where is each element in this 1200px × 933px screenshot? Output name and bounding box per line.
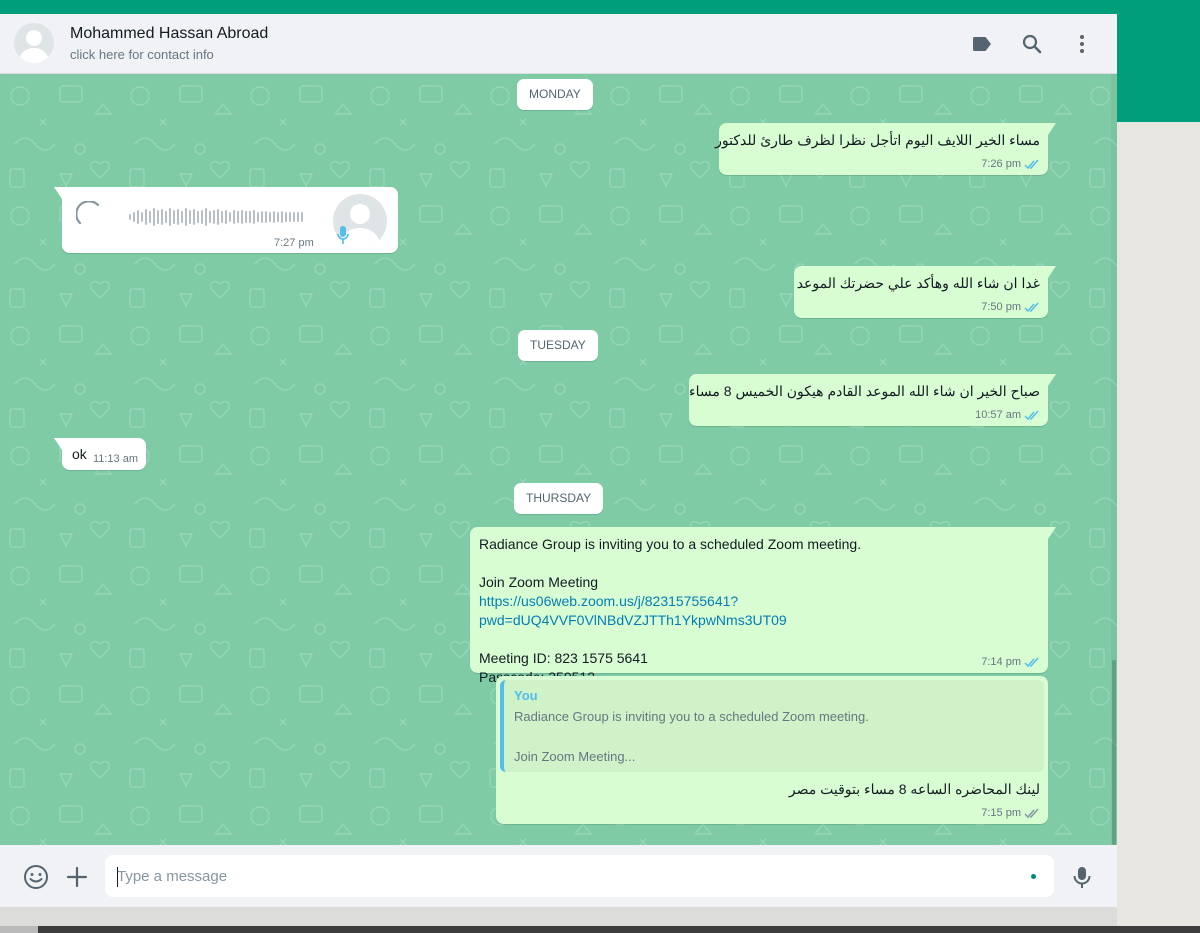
message-meta: 7:26 pm <box>981 158 1040 170</box>
default-avatar-icon <box>18 30 50 63</box>
message-time: 11:13 am <box>92 453 138 465</box>
quoted-message[interactable]: You Radiance Group is inviting you to a … <box>500 680 1044 772</box>
message-meta: 10:57 am <box>975 409 1040 421</box>
contact-name[interactable]: Mohammed Hassan Abroad <box>70 25 268 43</box>
double-check-icon <box>1024 657 1039 667</box>
waveform-icon[interactable] <box>128 207 308 227</box>
message-text: مساء الخير اللايف اليوم اتأجل نظرا لظرف … <box>715 132 1040 148</box>
date-divider-thursday: THURSDAY <box>514 483 604 514</box>
attach-plus-icon[interactable] <box>64 864 90 890</box>
quote-text: Radiance Group is inviting you to a sche… <box>514 709 869 724</box>
message-text: ok <box>72 446 87 462</box>
message-text: لينك المحاضره الساعه 8 مساء بتوقيت مصر <box>788 781 1040 797</box>
message-text: غدا ان شاء الله وهأكد علي حضرتك الموعد <box>796 275 1040 291</box>
zoom-link[interactable]: https://us06web.zoom.us/j/82315755641?pw… <box>479 593 787 628</box>
status-dot <box>1031 874 1036 879</box>
message-meta: 7:15 pm <box>981 807 1040 819</box>
emoji-icon[interactable] <box>23 864 49 890</box>
label-icon[interactable] <box>970 32 994 56</box>
scrollbar-thumb[interactable] <box>1112 660 1116 845</box>
message-incoming[interactable]: ok 11:13 am <box>54 438 146 470</box>
message-text: صباح الخير ان شاء الله الموعد القادم هيك… <box>689 383 1040 399</box>
loading-spinner-icon[interactable] <box>76 201 106 231</box>
message-time: 7:50 pm <box>981 301 1021 313</box>
microphone-icon[interactable] <box>1069 864 1095 890</box>
taskbar-bar <box>38 926 1200 933</box>
composer-bar <box>0 845 1117 907</box>
message-time: 7:15 pm <box>981 807 1021 819</box>
message-time: 7:14 pm <box>981 656 1021 668</box>
double-check-icon <box>1024 159 1039 169</box>
menu-icon[interactable] <box>1070 32 1094 56</box>
double-check-icon <box>1024 302 1039 312</box>
text-caret <box>117 867 118 887</box>
search-icon[interactable] <box>1020 32 1044 56</box>
message-time: 7:26 pm <box>981 158 1021 170</box>
message-time: 7:27 pm <box>274 237 314 249</box>
contact-info-link[interactable]: click here for contact info <box>70 47 214 62</box>
quote-author: You <box>514 688 538 703</box>
message-line: Radiance Group is inviting you to a sche… <box>479 536 862 552</box>
taskbar-strip <box>0 926 1200 933</box>
message-meta: 7:14 pm <box>981 656 1040 668</box>
microphone-icon <box>337 226 349 244</box>
message-outgoing[interactable]: غدا ان شاء الله وهأكد علي حضرتك الموعد 7… <box>794 266 1056 318</box>
voice-message[interactable]: 7:27 pm <box>54 187 398 253</box>
scrollbar[interactable] <box>1111 74 1117 845</box>
message-line: Meeting ID: 823 1575 5641 <box>479 650 648 666</box>
double-check-icon <box>1024 808 1039 818</box>
double-check-icon <box>1024 410 1039 420</box>
quote-text: Join Zoom Meeting... <box>514 749 636 764</box>
message-outgoing-zoom[interactable]: Radiance Group is inviting you to a sche… <box>470 527 1056 685</box>
message-outgoing-reply[interactable]: You Radiance Group is inviting you to a … <box>496 676 1048 824</box>
chat-header[interactable]: Mohammed Hassan Abroad click here for co… <box>0 14 1117 74</box>
message-time: 10:57 am <box>975 409 1021 421</box>
date-divider-tuesday: TUESDAY <box>518 330 598 361</box>
avatar[interactable] <box>14 23 54 63</box>
message-meta: 7:50 pm <box>981 301 1040 313</box>
message-input[interactable] <box>105 855 1054 897</box>
chat-window: Mohammed Hassan Abroad click here for co… <box>0 14 1117 907</box>
date-divider-monday: MONDAY <box>517 79 593 110</box>
message-outgoing[interactable]: مساء الخير اللايف اليوم اتأجل نظرا لظرف … <box>715 123 1056 175</box>
message-outgoing[interactable]: صباح الخير ان شاء الله الموعد القادم هيك… <box>689 374 1056 426</box>
message-body: Radiance Group is inviting you to a sche… <box>479 535 1040 687</box>
side-pane <box>1117 122 1200 933</box>
message-line: Join Zoom Meeting <box>479 574 599 590</box>
message-list[interactable]: MONDAY مساء الخير اللايف اليوم اتأجل نظر… <box>0 74 1117 845</box>
